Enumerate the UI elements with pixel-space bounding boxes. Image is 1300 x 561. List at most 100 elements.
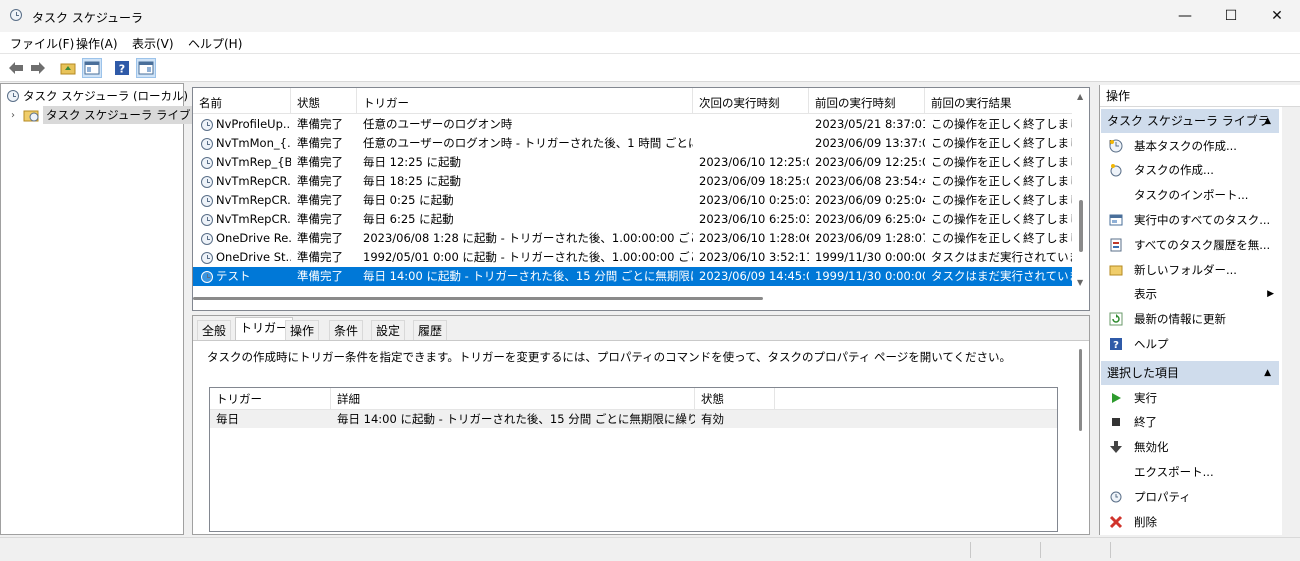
task-row[interactable]: テスト 準備完了 毎日 14:00 に起動 - トリガーされた後、15 分間 ごとに…	[193, 267, 1073, 286]
action-item[interactable]: タスクの作成...	[1100, 158, 1280, 183]
delete-icon	[1108, 514, 1124, 530]
horizontal-scroll-thumb[interactable]	[193, 297, 763, 300]
minimize-button[interactable]: —	[1162, 0, 1208, 32]
empty-column-header	[775, 388, 1057, 410]
task-name: テスト	[216, 269, 251, 283]
tab-history[interactable]: 履歴	[413, 320, 448, 340]
tree-item-local[interactable]: タスク スケジューラ (ローカル)	[7, 87, 188, 105]
column-header-next-run[interactable]: 次回の実行時刻	[693, 88, 809, 114]
action-item-label: プロパティ	[1134, 489, 1191, 504]
blank-icon	[1108, 187, 1124, 203]
task-name: OneDrive Re...	[216, 231, 291, 245]
menu-help[interactable]: ヘルプ(H)	[188, 35, 242, 52]
maximize-button[interactable]: ☐	[1208, 0, 1254, 32]
chevron-right-icon[interactable]: ›	[11, 110, 23, 121]
task-list-vertical-scrollbar[interactable]: ▲ ▼	[1072, 88, 1089, 293]
action-item[interactable]: エクスポート...	[1100, 459, 1280, 484]
show-hide-console-tree-button[interactable]	[82, 58, 102, 78]
menu-action[interactable]: 操作(A)	[76, 35, 118, 52]
trigger-row-type: 毎日	[216, 412, 239, 426]
task-name: NvTmMon_{...	[216, 136, 291, 150]
task-name-cell: NvTmMon_{...	[193, 134, 291, 153]
action-item[interactable]: 基本タスクの作成...	[1100, 133, 1280, 158]
create-task-icon	[1108, 162, 1124, 178]
action-item[interactable]: 終了	[1100, 410, 1280, 435]
scroll-up-icon[interactable]: ▲	[1077, 92, 1083, 101]
stop-icon	[1108, 414, 1124, 430]
clock-icon	[7, 90, 19, 102]
tab-settings[interactable]: 設定	[371, 320, 406, 340]
svg-text:?: ?	[1113, 340, 1119, 351]
back-button[interactable]	[6, 58, 26, 78]
action-item[interactable]: 実行	[1100, 385, 1280, 410]
task-row[interactable]: OneDrive St... 準備完了 1992/05/01 0:00 に起動 - …	[193, 248, 1073, 267]
action-item-label: 最新の情報に更新	[1134, 312, 1226, 327]
task-list-horizontal-scrollbar[interactable]	[193, 293, 1073, 310]
task-row[interactable]: NvTmRepCR... 準備完了 毎日 18:25 に起動 2023/06/09 1…	[193, 172, 1073, 191]
help-button[interactable]: ?	[112, 58, 132, 78]
actions-group-selected-item[interactable]: 選択した項目 ▲	[1101, 361, 1279, 385]
show-hide-action-pane-button[interactable]	[136, 58, 156, 78]
task-row[interactable]: NvTmRep_{B... 準備完了 毎日 12:25 に起動 2023/06/10 …	[193, 153, 1073, 172]
collapse-icon[interactable]: ▲	[1264, 361, 1271, 385]
action-item[interactable]: 新しいフォルダー...	[1100, 257, 1280, 282]
task-status-cell: 準備完了	[297, 269, 343, 283]
actions-group-library[interactable]: タスク スケジューラ ライブラリ ▲	[1101, 109, 1279, 152]
action-item-label: 終了	[1134, 415, 1157, 430]
action-item[interactable]: 表示 ▶	[1100, 282, 1280, 307]
collapse-icon[interactable]: ▲	[1264, 109, 1271, 133]
column-header-status[interactable]: 状態	[291, 88, 357, 114]
action-item[interactable]: 最新の情報に更新	[1100, 307, 1280, 332]
status-separator	[1110, 542, 1111, 558]
task-row[interactable]: NvProfileUp... 準備完了 任意のユーザーのログオン時 2023/05/2…	[193, 115, 1073, 134]
task-last-cell: 2023/06/09 1:28:07	[815, 231, 925, 245]
action-item[interactable]: すべてのタスク履歴を無...	[1100, 232, 1280, 257]
close-button[interactable]: ✕	[1254, 0, 1300, 32]
action-item[interactable]: ? ヘルプ	[1100, 331, 1280, 356]
column-header-last-result[interactable]: 前回の実行結果	[925, 88, 1073, 114]
task-row[interactable]: NvTmRepCR... 準備完了 毎日 6:25 に起動 2023/06/10 6:…	[193, 210, 1073, 229]
column-header-last-run[interactable]: 前回の実行時刻	[809, 88, 925, 114]
action-item[interactable]: 無効化	[1100, 435, 1280, 460]
action-item-label: 新しいフォルダー...	[1134, 262, 1237, 277]
action-item[interactable]: 実行中のすべてのタスク...	[1100, 207, 1280, 232]
task-row[interactable]: OneDrive Re... 準備完了 2023/06/08 1:28 に起動 - …	[193, 229, 1073, 248]
tree-item-library[interactable]: › タスク スケジューラ ライブラリ	[11, 106, 217, 124]
task-row[interactable]: NvTmRepCR... 準備完了 毎日 0:25 に起動 2023/06/10 0:…	[193, 191, 1073, 210]
scroll-down-icon[interactable]: ▼	[1077, 278, 1083, 287]
task-result-cell: タスクはまだ実行されていません。	[931, 269, 1073, 283]
folder-icon	[1108, 262, 1124, 278]
state-column-header[interactable]: 状態	[695, 388, 775, 410]
task-result-cell: この操作を正しく終了しました。	[931, 174, 1073, 188]
forward-button[interactable]	[28, 58, 48, 78]
submenu-arrow-icon: ▶	[1267, 289, 1274, 300]
task-name-cell: OneDrive Re...	[193, 229, 291, 248]
window-title: タスク スケジューラ	[32, 11, 143, 25]
task-result-cell: この操作を正しく終了しました。	[931, 231, 1073, 245]
tab-actions[interactable]: 操作	[285, 320, 320, 340]
menu-view[interactable]: 表示(V)	[132, 35, 174, 52]
detail-column-header[interactable]: 詳細	[331, 388, 695, 410]
tab-conditions[interactable]: 条件	[329, 320, 364, 340]
column-header-name[interactable]: 名前	[193, 88, 291, 114]
task-name: OneDrive St...	[216, 250, 291, 264]
tab-general[interactable]: 全般	[197, 320, 232, 340]
status-separator	[970, 542, 971, 558]
task-name-cell: NvTmRepCR...	[193, 210, 291, 229]
detail-scroll-thumb[interactable]	[1079, 349, 1082, 431]
column-header-trigger[interactable]: トリガー	[357, 88, 693, 114]
actions-pane-scrollbar[interactable]	[1282, 107, 1300, 535]
trigger-column-header[interactable]: トリガー	[210, 388, 331, 410]
action-item[interactable]: タスクのインポート...	[1100, 183, 1280, 208]
task-name: NvTmRepCR...	[216, 212, 291, 226]
menu-file[interactable]: ファイル(F)	[10, 35, 74, 52]
task-row[interactable]: NvTmMon_{... 準備完了 任意のユーザーのログオン時 - トリガーされた後…	[193, 134, 1073, 153]
scroll-thumb[interactable]	[1079, 200, 1083, 252]
up-folder-button[interactable]	[58, 58, 78, 78]
actions-pane-title: 操作	[1100, 85, 1300, 107]
detail-vertical-scrollbar[interactable]	[1072, 341, 1089, 535]
refresh-icon	[1108, 311, 1124, 327]
action-item[interactable]: 削除	[1100, 509, 1280, 534]
action-item-label: エクスポート...	[1134, 464, 1214, 479]
action-item[interactable]: プロパティ	[1100, 484, 1280, 509]
